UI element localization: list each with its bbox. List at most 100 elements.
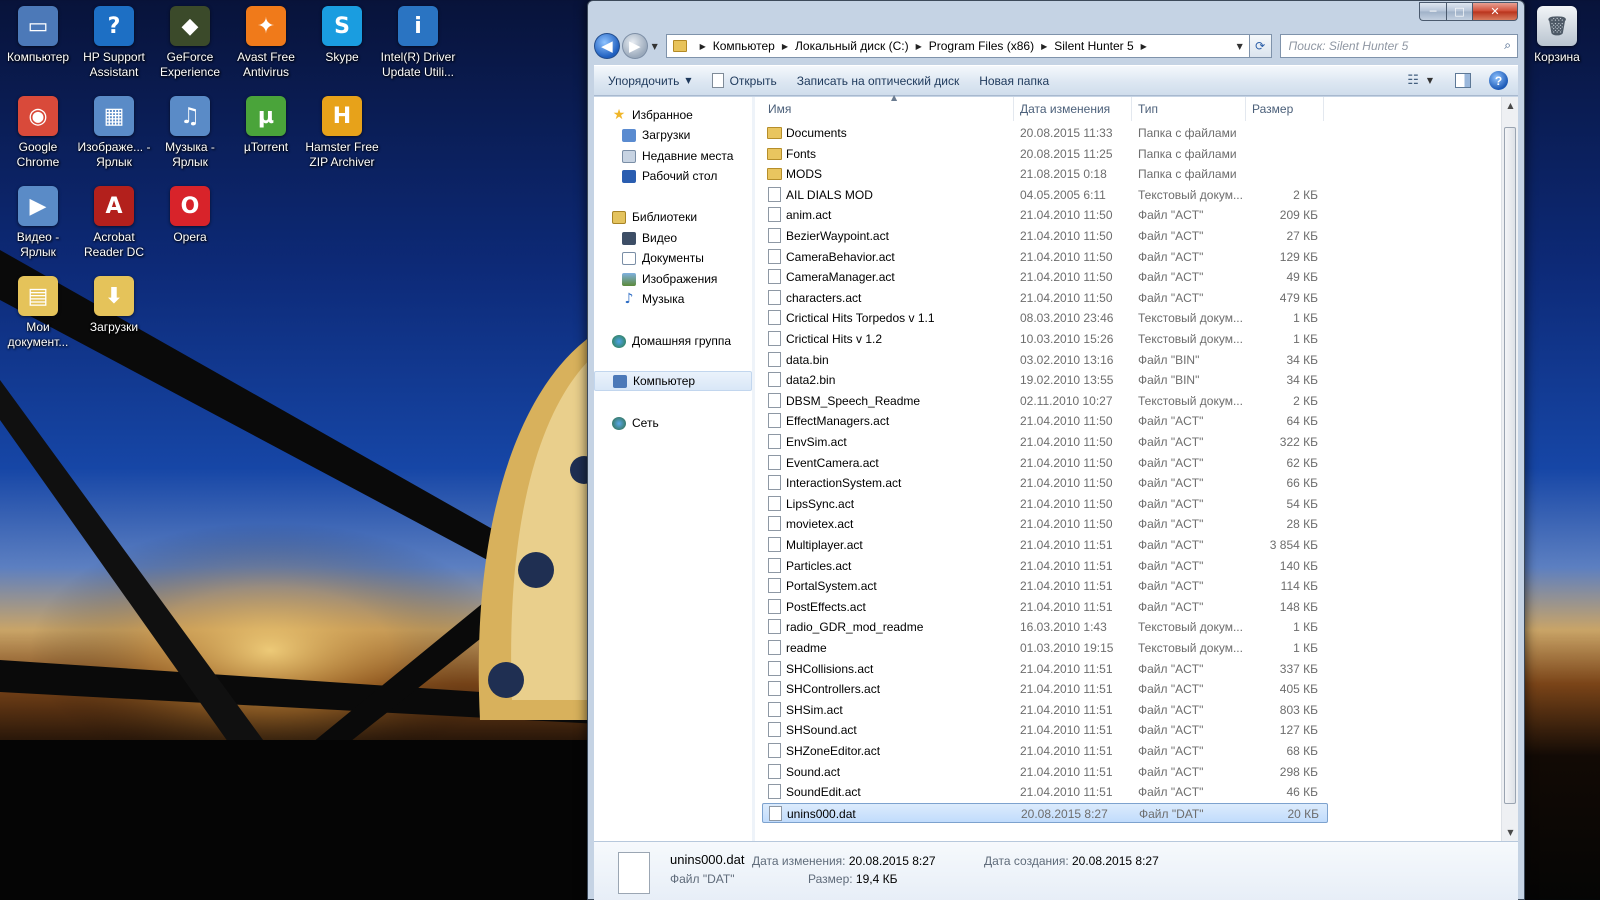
file-row[interactable]: EventCamera.act 21.04.2010 11:50 Файл "ACT… — [762, 453, 1328, 473]
file-row[interactable]: DBSM_Speech_Readme 02.11.2010 10:27 Тексто… — [762, 391, 1328, 411]
search-input[interactable] — [1288, 39, 1489, 53]
column-header-type[interactable]: Тип — [1132, 97, 1246, 121]
file-row[interactable]: readme 01.03.2010 19:15 Текстовый докум...… — [762, 638, 1328, 658]
file-row[interactable]: radio_GDR_mod_readme 16.03.2010 1:43 Текст… — [762, 617, 1328, 637]
breadcrumb-separator-icon[interactable]: ▶ — [1041, 42, 1047, 51]
desktop-shortcut[interactable]: µ µTorrent — [228, 96, 304, 155]
new-folder-button[interactable]: Новая папка — [979, 74, 1049, 88]
nav-library-video[interactable]: Видео — [594, 228, 752, 248]
breadcrumb-silent-hunter[interactable]: Silent Hunter 5 — [1054, 39, 1133, 53]
file-row[interactable]: EffectManagers.act 21.04.2010 11:50 Файл "… — [762, 411, 1328, 431]
file-row[interactable]: InteractionSystem.act 21.04.2010 11:50 Фай… — [762, 473, 1328, 493]
file-row[interactable]: SHControllers.act 21.04.2010 11:51 Файл "A… — [762, 679, 1328, 699]
nav-favorites-downloads[interactable]: Загрузки — [594, 125, 752, 145]
desktop-shortcut[interactable]: ▤ Мои документ... — [0, 276, 76, 350]
breadcrumb-program-files[interactable]: Program Files (x86) — [929, 39, 1034, 53]
file-row[interactable]: characters.act 21.04.2010 11:50 Файл "ACT"… — [762, 288, 1328, 308]
breadcrumb-separator-icon[interactable]: ▶ — [700, 42, 706, 51]
refresh-icon[interactable]: ⟳ — [1249, 34, 1272, 58]
desktop-shortcut[interactable]: i Intel(R) Driver Update Utili... — [380, 6, 456, 80]
back-arrow-icon[interactable]: ◀ — [594, 33, 620, 59]
file-row[interactable]: movietex.act 21.04.2010 11:50 Файл "ACT" 28… — [762, 514, 1328, 534]
file-row[interactable]: EnvSim.act 21.04.2010 11:50 Файл "ACT" 322 … — [762, 432, 1328, 452]
file-row[interactable]: PostEffects.act 21.04.2010 11:51 Файл "ACT… — [762, 597, 1328, 617]
file-row[interactable]: CameraManager.act 21.04.2010 11:50 Файл "A… — [762, 267, 1328, 287]
scrollbar-thumb[interactable] — [1504, 127, 1516, 804]
desktop-shortcut[interactable]: ♫ Музыка - Ярлык — [152, 96, 228, 170]
file-row[interactable]: Crictical Hits v 1.2 10.03.2010 15:26 Текс… — [762, 329, 1328, 349]
organize-button[interactable]: Упорядочить ▼ — [608, 74, 692, 88]
address-bar[interactable]: ▶ Компьютер ▶ Локальный диск (C:) ▶ Prog… — [665, 34, 1250, 58]
file-row[interactable]: BezierWaypoint.act 21.04.2010 11:50 Файл "… — [762, 226, 1328, 246]
nav-library-music[interactable]: ♪ Музыка — [594, 289, 752, 309]
recycle-bin[interactable]: 🗑 Корзина — [1522, 6, 1592, 65]
nav-libraries[interactable]: Библиотеки — [594, 207, 752, 227]
desktop-shortcut[interactable]: ◆ GeForce Experience — [152, 6, 228, 80]
nav-library-documents[interactable]: Документы — [594, 248, 752, 268]
nav-computer[interactable]: Компьютер — [594, 371, 752, 391]
breadcrumb-separator-icon[interactable]: ▶ — [1141, 42, 1147, 51]
minimize-button[interactable]: ─ — [1419, 2, 1446, 21]
desktop-shortcut[interactable]: ▶ Видео - Ярлык — [0, 186, 76, 260]
file-row[interactable]: SoundEdit.act 21.04.2010 11:51 Файл "ACT" 4… — [762, 782, 1328, 802]
breadcrumb-computer[interactable]: Компьютер — [713, 39, 775, 53]
column-header-date[interactable]: Дата изменения — [1014, 97, 1132, 121]
file-row[interactable]: data.bin 03.02.2010 13:16 Файл "BIN" 34 КБ — [762, 350, 1328, 370]
file-row[interactable]: PortalSystem.act 21.04.2010 11:51 Файл "AC… — [762, 576, 1328, 596]
desktop-shortcut[interactable]: ? HP Support Assistant — [76, 6, 152, 80]
nav-library-pictures[interactable]: Изображения — [594, 269, 752, 289]
desktop-shortcut[interactable]: ◉ Google Chrome — [0, 96, 76, 170]
help-icon[interactable]: ? — [1489, 71, 1508, 90]
recent-pages-dropdown-icon[interactable]: ▼ — [648, 42, 662, 51]
nav-favorites-desktop[interactable]: Рабочий стол — [594, 166, 752, 186]
breadcrumb-separator-icon[interactable]: ▶ — [916, 42, 922, 51]
desktop-shortcut[interactable]: A Acrobat Reader DC — [76, 186, 152, 260]
desktop-shortcut[interactable]: S Skype — [304, 6, 380, 65]
nav-homegroup[interactable]: Домашняя группа — [594, 331, 752, 351]
vertical-scrollbar[interactable]: ▲ ▼ — [1501, 97, 1518, 841]
breadcrumb-separator-icon[interactable]: ▶ — [782, 42, 788, 51]
search-box[interactable]: ⌕ — [1279, 34, 1519, 58]
scroll-up-icon[interactable]: ▲ — [1502, 97, 1519, 114]
column-header-size[interactable]: Размер — [1246, 97, 1324, 121]
burn-disc-button[interactable]: Записать на оптический диск — [797, 74, 960, 88]
desktop-shortcut[interactable]: H Hamster Free ZIP Archiver — [304, 96, 380, 170]
file-row[interactable]: Multiplayer.act 21.04.2010 11:51 Файл "ACT… — [762, 535, 1328, 555]
forward-arrow-icon[interactable]: ▶ — [621, 33, 648, 59]
file-row[interactable]: Particles.act 21.04.2010 11:51 Файл "ACT" 1… — [762, 556, 1328, 576]
nav-favorites[interactable]: ★ Избранное — [594, 105, 752, 125]
nav-network[interactable]: Сеть — [594, 413, 752, 433]
file-row[interactable]: Sound.act 21.04.2010 11:51 Файл "ACT" 298 К… — [762, 762, 1328, 782]
address-history-dropdown-icon[interactable]: ▼ — [1231, 35, 1249, 57]
file-row[interactable]: CameraBehavior.act 21.04.2010 11:50 Файл "… — [762, 247, 1328, 267]
nav-favorites-recent-places[interactable]: Недавние места — [594, 146, 752, 166]
preview-pane-icon[interactable] — [1455, 73, 1471, 88]
scroll-down-icon[interactable]: ▼ — [1502, 824, 1519, 841]
file-row[interactable]: MODS 21.08.2015 0:18 Папка с файлами — [762, 164, 1328, 184]
file-row[interactable]: data2.bin 19.02.2010 13:55 Файл "BIN" 34 КБ — [762, 370, 1328, 390]
file-row[interactable]: SHCollisions.act 21.04.2010 11:51 Файл "AC… — [762, 659, 1328, 679]
file-row[interactable]: unins000.dat 20.08.2015 8:27 Файл "DAT" 20 … — [762, 803, 1328, 823]
desktop-shortcut[interactable]: ▭ Компьютер — [0, 6, 76, 65]
open-button[interactable]: Открыть — [711, 73, 777, 88]
desktop-shortcut[interactable]: ▦ Изображе... - Ярлык — [76, 96, 152, 170]
view-options-dropdown-icon[interactable]: ▼ — [1427, 76, 1433, 85]
desktop-shortcut[interactable]: O Opera — [152, 186, 228, 245]
file-row[interactable]: SHZoneEditor.act 21.04.2010 11:51 Файл "AC… — [762, 741, 1328, 761]
file-row[interactable]: Fonts 20.08.2015 11:25 Папка с файлами — [762, 144, 1328, 164]
maximize-button[interactable]: □ — [1446, 2, 1472, 21]
desktop-shortcut[interactable]: ⬇ Загрузки — [76, 276, 152, 335]
file-row[interactable]: Documents 20.08.2015 11:33 Папка с файлами — [762, 123, 1328, 143]
desktop-shortcut[interactable]: ✦ Avast Free Antivirus — [228, 6, 304, 80]
file-row[interactable]: SHSound.act 21.04.2010 11:51 Файл "ACT" 127… — [762, 720, 1328, 740]
close-button[interactable]: ✕ — [1472, 2, 1518, 21]
breadcrumb-local-disk[interactable]: Локальный диск (C:) — [795, 39, 909, 53]
search-icon[interactable]: ⌕ — [1504, 38, 1511, 53]
column-header-name[interactable]: Имя ▲ — [762, 93, 1014, 121]
view-details-icon[interactable]: ☷ — [1407, 73, 1419, 88]
file-row[interactable]: AIL DIALS MOD 04.05.2005 6:11 Текстовый до… — [762, 185, 1328, 205]
file-row[interactable]: LipsSync.act 21.04.2010 11:50 Файл "ACT" 54… — [762, 494, 1328, 514]
file-row[interactable]: SHSim.act 21.04.2010 11:51 Файл "ACT" 803 К… — [762, 700, 1328, 720]
file-row[interactable]: anim.act 21.04.2010 11:50 Файл "ACT" 209 КБ — [762, 205, 1328, 225]
file-row[interactable]: Crictical Hits Torpedos v 1.1 08.03.2010 … — [762, 308, 1328, 328]
